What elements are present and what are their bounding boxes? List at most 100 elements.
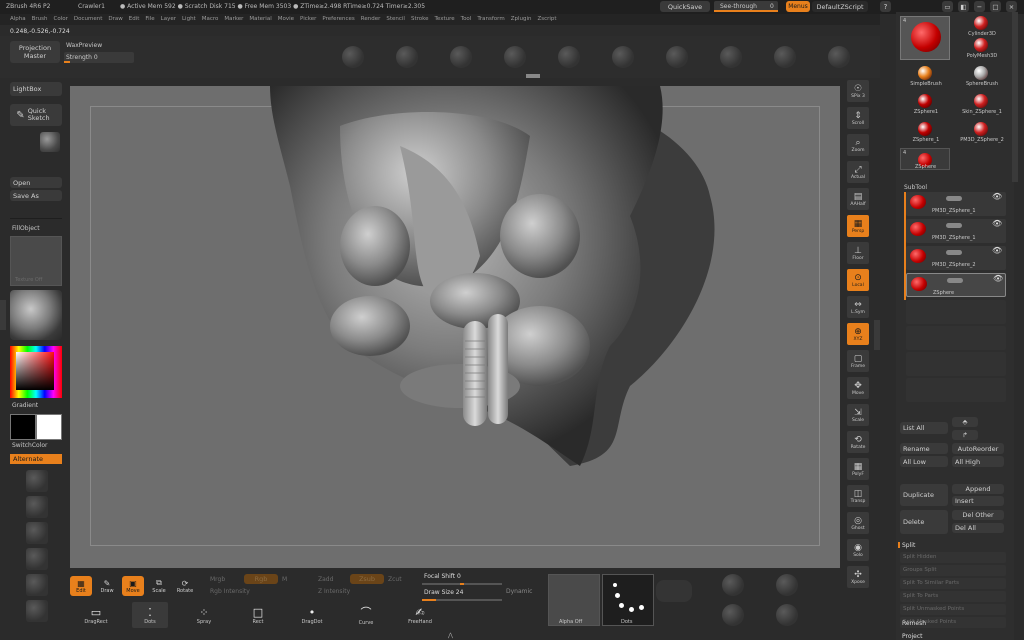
del-other-button[interactable]: Del Other — [952, 510, 1004, 520]
menu-item-document[interactable]: Document — [74, 16, 103, 22]
menu-item-stroke[interactable]: Stroke — [411, 16, 429, 22]
eye-icon[interactable]: 👁 — [992, 192, 1002, 201]
split-section[interactable]: Split — [898, 540, 1010, 550]
strength-slider[interactable]: Strength 0 — [64, 52, 134, 63]
shelf-move-button[interactable]: ✥ Move — [847, 377, 869, 399]
main-color-swatch[interactable] — [10, 414, 36, 440]
menu-item-macro[interactable]: Macro — [202, 16, 219, 22]
stroke-rect-button[interactable]: □ Rect — [240, 602, 276, 628]
shelf-polyf-button[interactable]: ▦ PolyF — [847, 458, 869, 480]
material-sphere-icon[interactable] — [10, 290, 62, 340]
tool-item[interactable]: ZSphere_1 — [900, 120, 952, 146]
texture-slot[interactable]: Texture Off — [10, 236, 62, 286]
current-tool-thumbnail[interactable]: 4 — [900, 16, 950, 60]
stroke-slot[interactable]: Dots — [602, 574, 654, 626]
draw-button[interactable]: ✎ Draw — [96, 576, 118, 596]
menu-item-texture[interactable]: Texture — [435, 16, 455, 22]
menu-item-transform[interactable]: Transform — [477, 16, 504, 22]
lightbox-button[interactable]: LightBox — [10, 82, 62, 96]
menu-item-tool[interactable]: Tool — [461, 16, 472, 22]
alpha-slot[interactable]: Alpha Off — [548, 574, 600, 626]
menu-item-color[interactable]: Color — [54, 16, 68, 22]
current-tool-small[interactable]: 4 ZSphere — [900, 148, 950, 170]
shelf-solo-button[interactable]: ◉ Solo — [847, 539, 869, 561]
split-item[interactable]: Split To Parts — [900, 591, 1006, 602]
move-button[interactable]: ▣ Move — [122, 576, 144, 596]
subtool-toggle[interactable] — [946, 223, 962, 228]
shelf-floor-button[interactable]: ⊥ Floor — [847, 242, 869, 264]
split-item[interactable]: Split To Similar Parts — [900, 578, 1006, 589]
quicksave-button[interactable]: QuickSave — [660, 1, 710, 12]
tool-item[interactable]: SphereBrush — [956, 64, 1008, 90]
eye-icon[interactable]: 👁 — [992, 219, 1002, 228]
menu-item-marker[interactable]: Marker — [224, 16, 243, 22]
waxpreview-button[interactable]: WaxPreview — [66, 42, 102, 49]
switch-color-button[interactable]: SwitchColor — [12, 442, 48, 449]
tool-item[interactable]: PM3D_ZSphere_2 — [956, 120, 1008, 146]
split-item[interactable]: Split Unmasked Points — [900, 604, 1006, 615]
scale-button[interactable]: ⧉ Scale — [148, 576, 170, 596]
minimize-icon[interactable]: − — [974, 1, 985, 12]
subtool-toggle[interactable] — [947, 278, 963, 283]
menu-item-picker[interactable]: Picker — [300, 16, 316, 22]
all-high-button[interactable]: All High — [952, 456, 1004, 467]
close-icon[interactable]: × — [1006, 1, 1017, 12]
dynamic-button[interactable]: Dynamic — [506, 588, 532, 595]
z-intensity-slider[interactable]: Z Intensity — [318, 588, 350, 595]
menu-item-light[interactable]: Light — [182, 16, 196, 22]
stroke-dragdot-button[interactable]: • DragDot — [294, 602, 330, 628]
subtool-toggle[interactable] — [946, 250, 962, 255]
zadd-button[interactable]: Zadd — [318, 576, 333, 583]
menu-item-edit[interactable]: Edit — [129, 16, 140, 22]
stroke-dots-button[interactable]: ⁚ Dots — [132, 602, 168, 628]
tool-item[interactable]: ZSphere1 — [900, 92, 952, 118]
menu-item-file[interactable]: File — [145, 16, 154, 22]
projection-master-button[interactable]: Projection Master — [10, 41, 60, 63]
menu-item-movie[interactable]: Movie — [278, 16, 294, 22]
shelf-zoom-button[interactable]: ⌕ Zoom — [847, 134, 869, 156]
eye-icon[interactable]: 👁 — [992, 246, 1002, 255]
subtool-row[interactable]: 👁 PM3D_ZSphere_1 — [906, 192, 1006, 216]
menu-item-alpha[interactable]: Alpha — [10, 16, 26, 22]
shelf-spix-3-button[interactable]: ☉ SPix 3 — [847, 80, 869, 102]
layout-icon[interactable]: ▭ — [942, 1, 953, 12]
shelf-actual-button[interactable]: ⤢ Actual — [847, 161, 869, 183]
zsub-button[interactable]: Zsub — [350, 574, 384, 584]
right-tray-handle[interactable] — [874, 320, 880, 350]
tool-scrollbar[interactable] — [1012, 12, 1018, 182]
see-through-slider[interactable]: See-through 0 — [714, 1, 778, 12]
shelf-persp-button[interactable]: ▦ Persp — [847, 215, 869, 237]
rename-button[interactable]: Rename — [900, 443, 948, 454]
autoreorder-button[interactable]: AutoReorder — [952, 443, 1004, 454]
menu-item-zplugin[interactable]: Zplugin — [511, 16, 532, 22]
move-up-icon[interactable]: ⬘ — [952, 417, 978, 427]
shelf-local-button[interactable]: ⊙ Local — [847, 269, 869, 291]
shelf-l-sym-button[interactable]: ⇔ L.Sym — [847, 296, 869, 318]
color-picker[interactable] — [10, 346, 62, 398]
duplicate-button[interactable]: Duplicate — [900, 484, 948, 506]
rgb-intensity-slider[interactable]: Rgb Intensity — [210, 588, 250, 595]
append-button[interactable]: Append — [952, 484, 1004, 494]
edit-button[interactable]: ▦ Edit — [70, 576, 92, 596]
stroke-dragrect-button[interactable]: ▭ DragRect — [78, 602, 114, 628]
gradient-label[interactable]: Gradient — [12, 402, 38, 409]
save-as-button[interactable]: Save As — [10, 190, 62, 201]
menu-item-material[interactable]: Material — [249, 16, 271, 22]
all-low-button[interactable]: All Low — [900, 456, 948, 467]
focal-shift-slider[interactable]: Focal Shift 0 — [422, 572, 502, 585]
tool-item[interactable]: SimpleBrush — [900, 64, 952, 90]
list-all-button[interactable]: List All — [900, 422, 948, 434]
tool-item[interactable]: Skin_ZSphere_1 — [956, 92, 1008, 118]
bottom-shelf-handle[interactable]: ⋀ — [448, 632, 462, 639]
subtool-row[interactable]: 👁 PM3D_ZSphere_1 — [906, 219, 1006, 243]
split-item[interactable]: Groups Split — [900, 565, 1006, 576]
subtool-row[interactable]: 👁 PM3D_ZSphere_2 — [906, 246, 1006, 270]
tool-item[interactable]: PolyMesh3D — [956, 36, 1008, 62]
color-square[interactable] — [16, 352, 54, 390]
project-section[interactable]: Project — [902, 633, 923, 640]
subtool-row[interactable]: 👁 ZSphere — [906, 273, 1006, 297]
hide-icon[interactable]: ◧ — [958, 1, 969, 12]
subtool-header[interactable]: SubTool — [904, 184, 927, 191]
stroke-curve-button[interactable]: ⌒ Curve — [348, 602, 384, 628]
move-down-icon[interactable]: ↱ — [952, 430, 978, 440]
